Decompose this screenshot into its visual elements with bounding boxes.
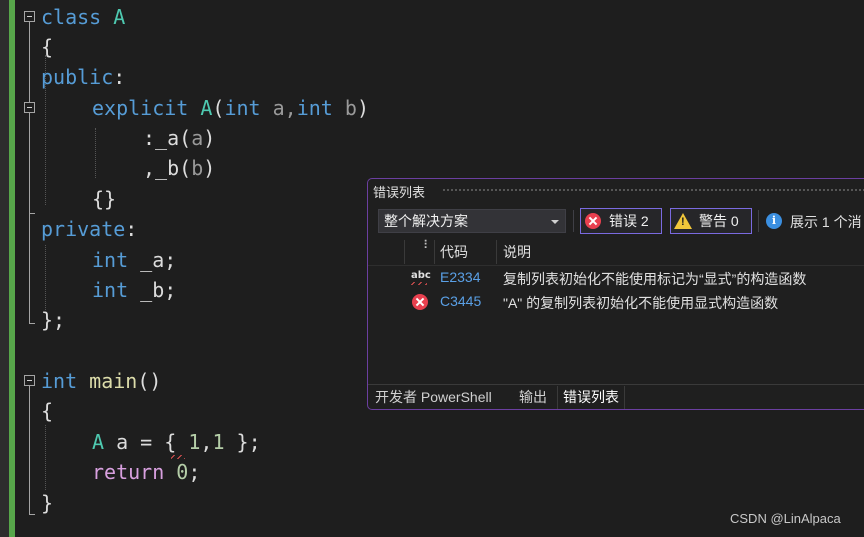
scope-value: 整个解决方案: [384, 213, 468, 229]
indent-guide: [95, 128, 96, 178]
error-description: 复制列表初始化不能使用标记为“显式”的构造函数: [503, 271, 807, 287]
column-header-description[interactable]: 说明: [503, 242, 531, 262]
code-line-7: {}: [92, 187, 117, 211]
toolbar-separator: [758, 210, 759, 232]
tabs-divider: [368, 384, 864, 385]
column-separator: [434, 240, 435, 264]
code-line-15: A a = { 1,1 };: [92, 430, 261, 454]
code-line-2: {: [41, 35, 54, 59]
code-line-10: int _b;: [92, 278, 177, 302]
column-header-code[interactable]: 代码: [440, 242, 468, 262]
tab-developer-powershell[interactable]: 开发者 PowerShell: [375, 386, 492, 409]
messages-label: 展示 1 个消: [790, 214, 862, 230]
fold-line-main: [29, 386, 30, 515]
column-separator: [404, 240, 405, 264]
error-description: "A" 的复制列表初始化不能使用显式构造函数: [503, 295, 779, 311]
code-line-13: int main(): [41, 369, 162, 393]
spelling-wave: [411, 282, 427, 285]
error-row[interactable]: abc E2334 复制列表初始化不能使用标记为“显式”的构造函数: [368, 267, 864, 291]
fold-line-class: [29, 22, 30, 324]
tab-error-list[interactable]: 错误列表: [557, 386, 625, 409]
code-line-17: }: [41, 491, 54, 515]
messages-filter-button[interactable]: i 展示 1 个消: [764, 208, 864, 234]
warnings-filter-button[interactable]: ! 警告 0: [670, 208, 752, 234]
code-line-11: };: [41, 308, 66, 332]
code-line-1: class A: [41, 5, 126, 29]
watermark: CSDN @LinAlpaca: [730, 511, 841, 526]
indent-guide: [45, 425, 46, 490]
code-line-5: :_a(a): [143, 126, 216, 150]
collapse-main-icon[interactable]: [24, 375, 35, 386]
error-row[interactable]: C3445 "A" 的复制列表初始化不能使用显式构造函数: [368, 291, 864, 315]
header-divider: [368, 265, 864, 266]
error-code-link[interactable]: E2334: [440, 269, 480, 285]
code-line-14: {: [41, 399, 54, 423]
code-line-4: explicit A(int a,int b): [92, 96, 369, 120]
info-icon: i: [766, 213, 782, 229]
errors-filter-button[interactable]: 错误 2: [580, 208, 662, 234]
code-line-16: return 0;: [92, 460, 201, 484]
fold-tick: [29, 213, 35, 214]
error-icon: [585, 213, 601, 229]
filter-column-icon[interactable]: ⠇: [423, 238, 432, 252]
errors-label: 错误 2: [609, 213, 649, 229]
chevron-down-icon: [551, 220, 559, 224]
code-line-8: private:: [41, 217, 138, 241]
error-icon: [412, 294, 428, 310]
indent-guide: [45, 245, 46, 310]
warning-mark: !: [681, 216, 685, 228]
spelling-error-icon: abc: [411, 270, 431, 281]
code-line-9: int _a;: [92, 248, 177, 272]
toolbar-separator: [573, 210, 574, 232]
panel-title[interactable]: 错误列表: [373, 182, 425, 201]
collapse-ctor-icon[interactable]: [24, 102, 35, 113]
fold-tick: [29, 323, 35, 324]
code-line-6: ,_b(b): [143, 156, 216, 180]
left-margin: [0, 0, 9, 537]
tab-output[interactable]: 输出: [519, 386, 547, 409]
fold-tick: [29, 514, 35, 515]
column-separator: [496, 240, 497, 264]
scope-dropdown[interactable]: 整个解决方案: [378, 209, 566, 233]
panel-drag-handle[interactable]: [442, 188, 864, 193]
code-line-3: public:: [41, 65, 126, 89]
collapse-class-icon[interactable]: [24, 11, 35, 22]
error-list-panel: 错误列表 整个解决方案 错误 2 ! 警告 0 i 展示 1 个消 ⠇ 代码 说…: [367, 178, 864, 410]
error-code-link[interactable]: C3445: [440, 293, 481, 309]
warnings-label: 警告 0: [699, 213, 739, 229]
